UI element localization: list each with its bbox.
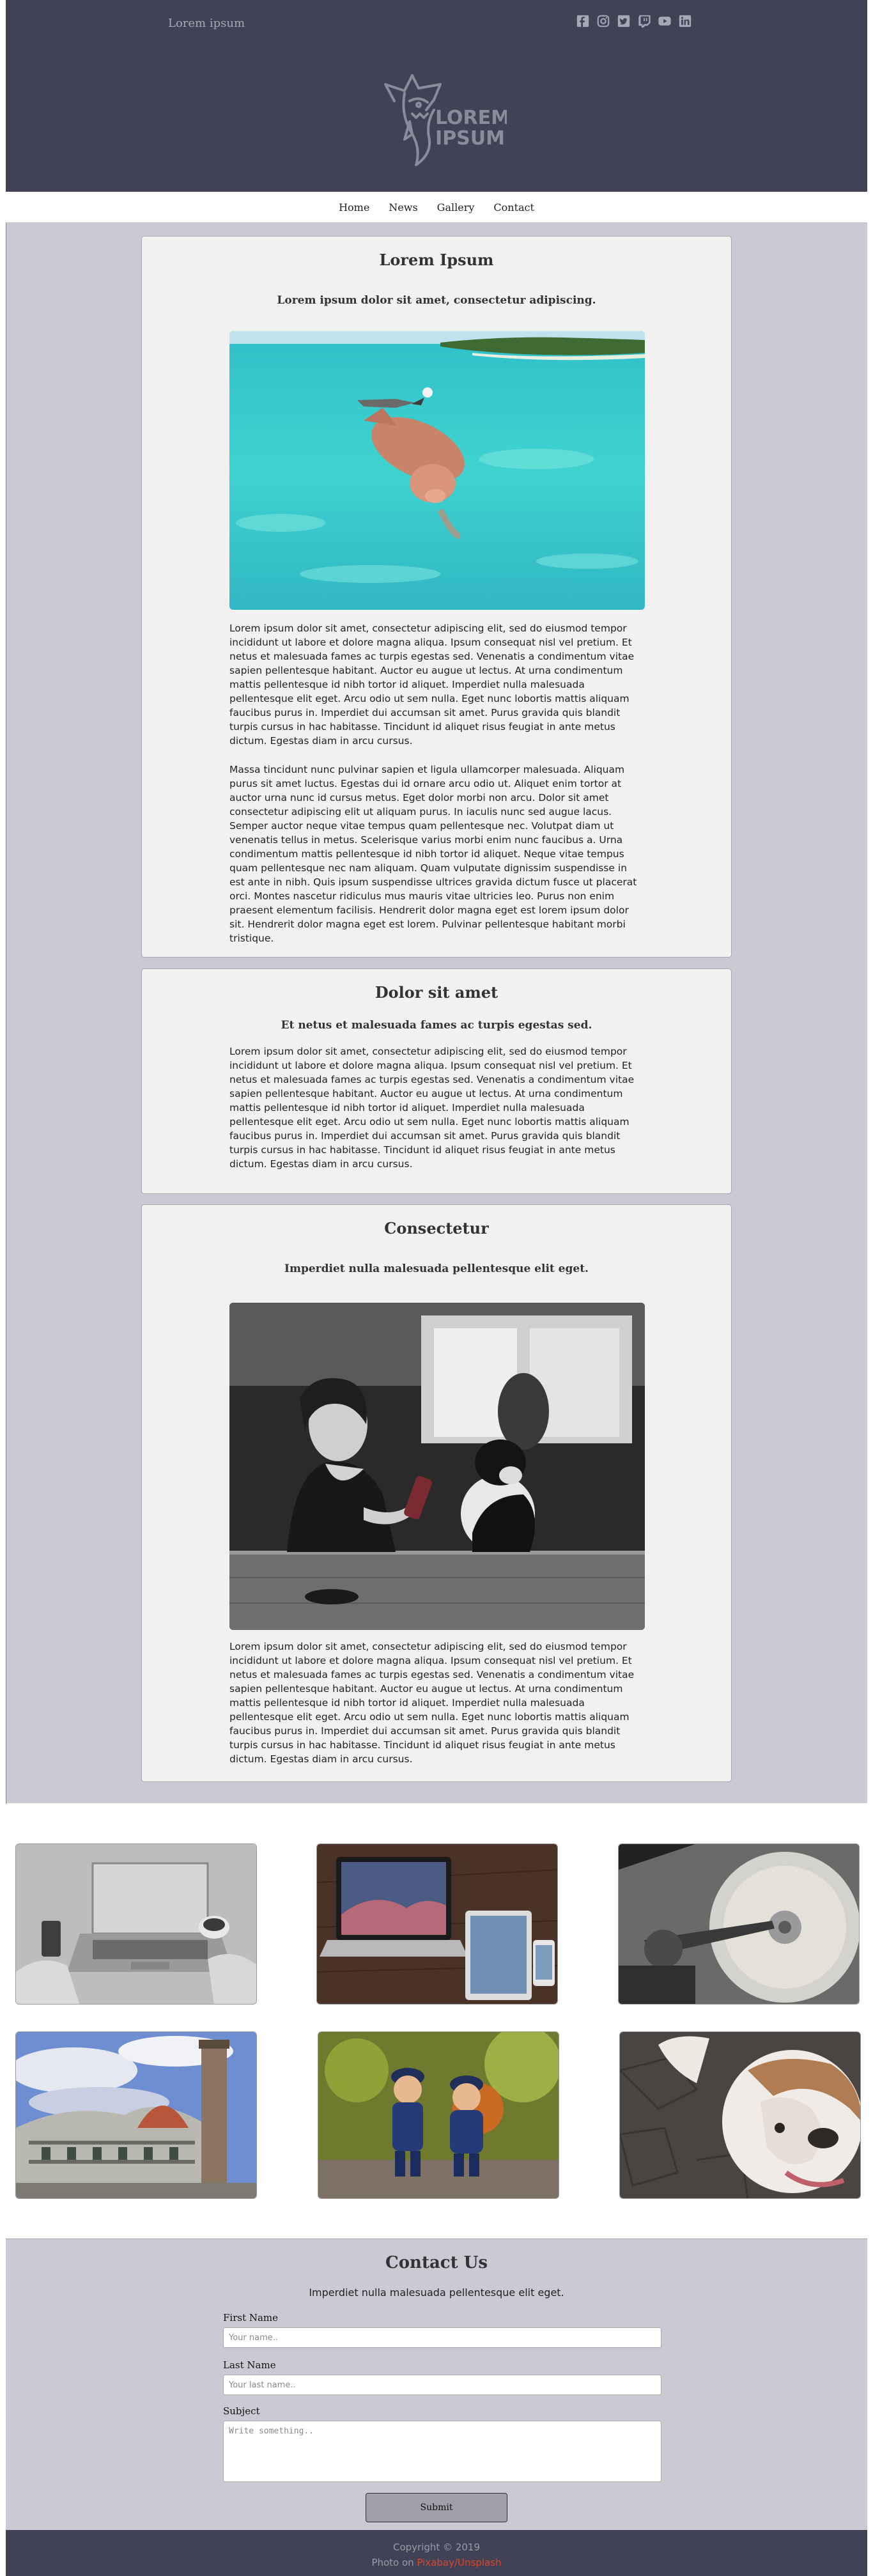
article-paragraph: Lorem ipsum dolor sit amet, consectetur …: [229, 1046, 635, 1170]
article-card-2: Dolor sit amet Et netus et malesuada fam…: [141, 968, 732, 1194]
article-paragraph: Massa tincidunt nunc pulvinar sapien et …: [229, 764, 637, 944]
facebook-icon[interactable]: [576, 14, 590, 28]
first-name-input[interactable]: [223, 2327, 661, 2348]
nav-contact[interactable]: Contact: [493, 201, 534, 213]
gallery-photo-hard-drive[interactable]: [618, 1843, 860, 2005]
brand-name[interactable]: Lorem ipsum: [168, 17, 245, 30]
contact-section: Contact Us Imperdiet nulla malesuada pel…: [6, 2238, 867, 2530]
contact-title: Contact Us: [385, 2253, 488, 2272]
article-subtitle: Lorem ipsum dolor sit amet, consectetur …: [277, 294, 596, 307]
site-footer: Copyright © 2019 Photo on Pixabay/Unspla…: [6, 2530, 867, 2576]
article-subtitle: Et netus et malesuada fames ac turpis eg…: [281, 1019, 592, 1032]
copyright-text: Copyright © 2019: [392, 2541, 480, 2553]
youtube-icon[interactable]: [658, 14, 672, 28]
logo-text-line2: IPSUM: [435, 127, 505, 150]
submit-button[interactable]: Submit: [366, 2493, 507, 2522]
last-name-input[interactable]: [223, 2375, 661, 2395]
shark-logo[interactable]: LOREM IPSUM: [382, 63, 510, 171]
article-card-1: Lorem Ipsum Lorem ipsum dolor sit amet, …: [141, 236, 732, 958]
article-subtitle: Imperdiet nulla malesuada pellentesque e…: [284, 1262, 589, 1275]
gallery-photo-bulldog[interactable]: [619, 2031, 861, 2199]
photo-credit: Photo on Pixabay/Unsplash: [6, 2557, 867, 2568]
gallery-photo-laptop[interactable]: [15, 1843, 257, 2005]
contact-subtitle: Imperdiet nulla malesuada pellentesque e…: [309, 2286, 564, 2299]
article-paragraph: Lorem ipsum dolor sit amet, consectetur …: [229, 1641, 635, 1765]
gallery-section: [6, 1804, 867, 2238]
article-title: Lorem Ipsum: [379, 251, 494, 269]
article-paragraph: Lorem ipsum dolor sit amet, consectetur …: [229, 623, 635, 747]
twitter-icon[interactable]: [617, 14, 631, 28]
first-name-label: First Name: [223, 2312, 279, 2324]
logo-text-line1: LOREM: [435, 107, 507, 129]
photo-credit-link[interactable]: Pixabay/Unsplash: [417, 2557, 501, 2568]
nav-home[interactable]: Home: [339, 201, 369, 213]
gallery-photo-police-figurines[interactable]: [318, 2031, 559, 2199]
gallery-photo-cathedral[interactable]: [15, 2031, 257, 2199]
site-header: Lorem ipsum LOREM IPSUM: [6, 0, 867, 192]
article-title: Consectetur: [384, 1219, 489, 1238]
subject-label: Subject: [223, 2405, 260, 2417]
twitch-icon[interactable]: [637, 14, 651, 28]
last-name-label: Last Name: [223, 2359, 276, 2371]
article-title: Dolor sit amet: [375, 983, 498, 1002]
nav-gallery[interactable]: Gallery: [437, 201, 475, 213]
woman-with-dog-photo: [229, 1303, 645, 1630]
instagram-icon[interactable]: [596, 14, 610, 28]
nav-news[interactable]: News: [389, 201, 417, 213]
article-card-3: Consectetur Imperdiet nulla malesuada pe…: [141, 1204, 732, 1782]
gallery-photo-devices[interactable]: [316, 1843, 558, 2005]
main-nav: Home News Gallery Contact: [6, 192, 867, 223]
subject-textarea[interactable]: [223, 2421, 661, 2482]
social-links: [576, 14, 692, 28]
pig-swimming-photo: [229, 331, 645, 610]
linkedin-icon[interactable]: [678, 14, 692, 28]
photo-credit-prefix: Photo on: [371, 2557, 417, 2568]
